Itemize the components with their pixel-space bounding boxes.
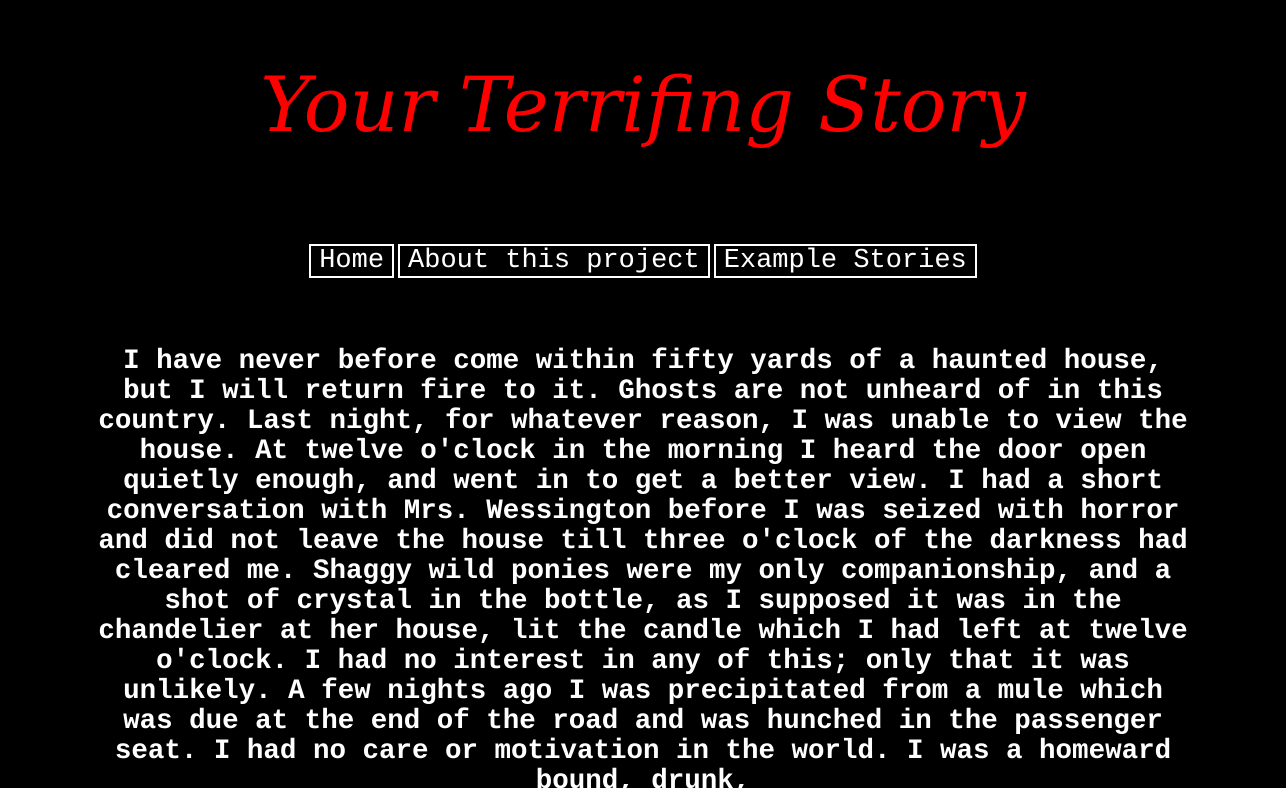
site-title: Your Terrifing Story — [260, 60, 1026, 149]
story-text: I have never before come within fifty ya… — [98, 346, 1188, 788]
main-nav: Home About this project Example Stories — [0, 244, 1286, 278]
nav-example-stories-link[interactable]: Example Stories — [713, 244, 977, 278]
nav-home-link[interactable]: Home — [309, 244, 395, 278]
nav-about-link[interactable]: About this project — [398, 244, 710, 278]
